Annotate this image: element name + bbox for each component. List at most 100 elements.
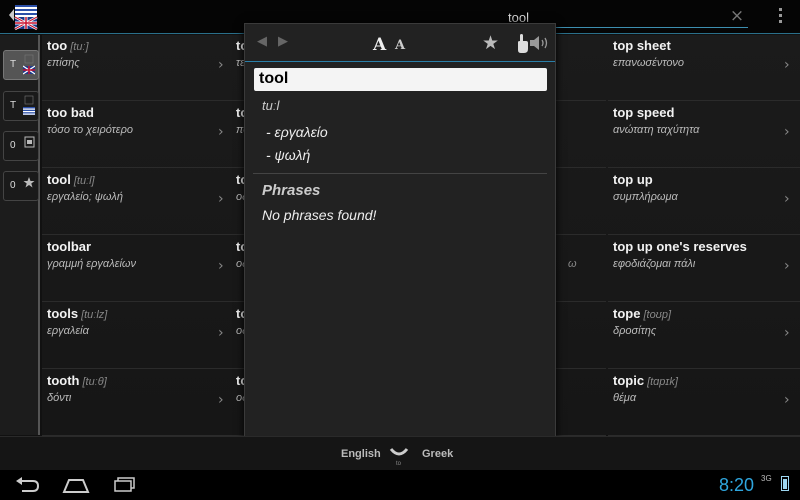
left-tab-strip: T T 0 0 (0, 35, 40, 435)
translation-text: γραμμή εργαλείων (47, 258, 136, 270)
word-text: top up one's reserves (613, 239, 747, 254)
language-bar: English to Greek (0, 436, 800, 470)
greek-flag-icon (23, 95, 35, 115)
pronunciation-text: [tɑpɪk] (647, 376, 678, 388)
forward-arrow-icon[interactable]: ▶ (278, 34, 288, 49)
list-item[interactable]: top sheet επανωσέντονο › (608, 35, 800, 101)
word-text: too bad (47, 105, 94, 120)
star-icon (23, 177, 35, 188)
chevron-right-icon: › (218, 325, 224, 341)
translation-text: δόντι (47, 392, 72, 404)
signal-indicator: 3G (761, 474, 772, 483)
swap-languages-icon[interactable] (388, 443, 410, 459)
chevron-right-icon: › (784, 124, 790, 140)
tab-count: 0 (10, 140, 16, 151)
list-item[interactable]: tools [tuːlz] εργαλεία › (42, 303, 232, 369)
clock: 8:20 (719, 475, 755, 495)
translation-text: δροσίτης (613, 325, 657, 337)
translation-text: θέμα (613, 392, 637, 404)
word-text: too (47, 38, 68, 53)
translation-text: εργαλείο; ψωλή (47, 191, 123, 203)
phrases-empty-text: No phrases found! (262, 207, 377, 223)
list-item[interactable]: top speed ανώτατη ταχύτητα › (608, 102, 800, 168)
list-item[interactable] (556, 370, 606, 436)
list-item[interactable]: ω (556, 236, 606, 302)
list-item[interactable]: toolbar γραμμή εργαλείων › (42, 236, 232, 302)
speaker-icon[interactable] (529, 35, 551, 51)
chevron-right-icon: › (784, 325, 790, 341)
source-language[interactable]: English (341, 448, 381, 460)
list-item[interactable]: tool [tuːl] εργαλείο; ψωλή › (42, 169, 232, 235)
list-item[interactable] (556, 102, 606, 168)
word-text: tooth (47, 373, 80, 388)
tab-history[interactable]: 0 (3, 131, 39, 161)
chevron-right-icon: › (784, 258, 790, 274)
entry-popup: ◀ ▶ A A ★ tool tuːl - εργαλείο - ψωλή Ph… (244, 23, 556, 446)
back-icon[interactable] (12, 475, 42, 495)
tab-english-greek[interactable]: T (3, 50, 39, 80)
translation-text: εργαλεία (47, 325, 89, 337)
chevron-right-icon: › (784, 392, 790, 408)
chevron-right-icon: › (218, 191, 224, 207)
word-text: toolbar (47, 239, 92, 254)
tab-greek-english[interactable]: T (3, 91, 39, 121)
pronunciation-text: [tuːl] (73, 175, 95, 187)
tab-count: 0 (10, 180, 16, 191)
chevron-right-icon: › (218, 124, 224, 140)
list-item[interactable]: topic [tɑpɪk] θέμα › (608, 370, 800, 436)
list-item[interactable]: too [tuː] επίσης › (42, 35, 232, 101)
tab-favorites[interactable]: 0 (3, 171, 39, 201)
word-text: tools (47, 306, 79, 321)
list-item[interactable]: top up one's reserves εφοδιάζομαι πάλι › (608, 236, 800, 302)
list-item[interactable]: top up συμπλήρωμα › (608, 169, 800, 235)
favorite-star-icon[interactable]: ★ (482, 32, 499, 54)
word-text: tool (47, 172, 71, 187)
meaning-item: - ψωλή (266, 147, 311, 163)
headword: tool (254, 68, 547, 91)
chevron-right-icon: › (218, 392, 224, 408)
word-text: topic (613, 373, 645, 388)
translation-text: συμπλήρωμα (613, 191, 678, 203)
recent-apps-icon[interactable] (110, 475, 140, 495)
list-item[interactable]: too bad τόσο το χειρότερο › (42, 102, 232, 168)
clear-icon[interactable]: × (728, 7, 746, 25)
translation-text: ανώτατη ταχύτητα (613, 124, 700, 136)
chevron-right-icon: › (218, 57, 224, 73)
list-item[interactable] (556, 303, 606, 369)
touch-icon[interactable] (515, 32, 529, 54)
list-item[interactable]: tope [toʊp] δροσίτης › (608, 303, 800, 369)
pronunciation-text: [tuːlz] (81, 309, 108, 321)
pronunciation-text: [tuːθ] (82, 376, 107, 388)
app-icon[interactable] (6, 3, 40, 31)
font-increase-icon[interactable]: A (373, 35, 386, 55)
font-decrease-icon[interactable]: A (395, 38, 405, 53)
chevron-right-icon: › (784, 57, 790, 73)
word-text: top up (613, 172, 653, 187)
history-icon (24, 136, 35, 148)
back-arrow-icon[interactable]: ◀ (257, 34, 267, 49)
word-text: top sheet (613, 38, 671, 53)
word-text: tope (613, 306, 641, 321)
translation-text: τόσο το χειρότερο (47, 124, 133, 136)
headword-pronunciation: tuːl (262, 98, 280, 113)
chevron-right-icon: › (218, 258, 224, 274)
battery-icon (781, 476, 789, 491)
uk-flag-icon (23, 54, 35, 75)
list-item[interactable] (556, 35, 606, 101)
list-item[interactable] (556, 169, 606, 235)
tab-label: T (10, 100, 17, 111)
popup-toolbar: ◀ ▶ A A ★ (245, 24, 555, 62)
word-text: top speed (613, 105, 675, 120)
translation-text: επανωσέντονο (613, 57, 685, 69)
target-language[interactable]: Greek (422, 448, 453, 460)
phrases-heading: Phrases (262, 182, 321, 199)
translation-text: επίσης (47, 57, 80, 69)
chevron-right-icon: › (784, 191, 790, 207)
to-label: to (396, 461, 402, 467)
translation-fragment: ω (568, 258, 577, 270)
list-item[interactable]: tooth [tuːθ] δόντι › (42, 370, 232, 436)
home-icon[interactable] (61, 475, 91, 495)
pronunciation-text: [tuː] (70, 41, 89, 53)
tab-label: T (10, 59, 17, 70)
overflow-menu-icon[interactable] (772, 8, 788, 28)
